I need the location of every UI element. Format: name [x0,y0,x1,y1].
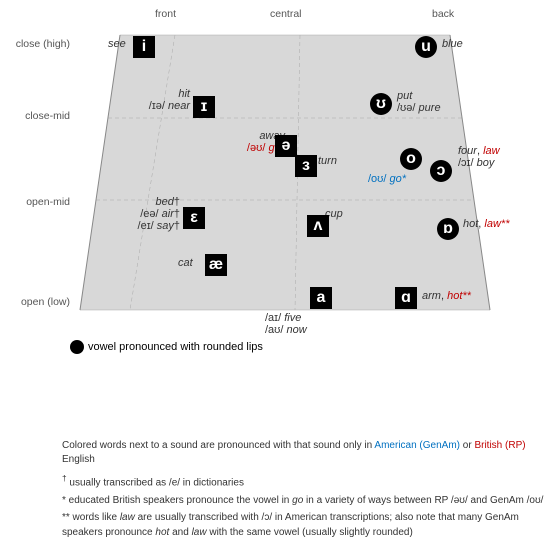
word-cat: cat [178,257,193,269]
footnote-star: * educated British speakers pronounce th… [62,494,550,509]
vowel-epsilon: ε [183,207,205,229]
vowel-u: u [415,36,437,58]
vowel-ezh: ɜ [295,155,317,177]
row-open: open (low) [2,296,70,308]
row-open-mid: open-mid [2,196,70,208]
word-four: four, law/ɔɪ/ boy [458,145,500,169]
footnote-colored: Colored words next to a sound are pronou… [62,439,550,468]
row-close-mid: close-mid [2,110,70,122]
word-go-blue: /oʊ/ go* [368,173,406,185]
word-turn: turn [318,155,337,167]
vowel-ae: æ [205,254,227,276]
footnote-dagger: † usually transcribed as /e/ in dictiona… [62,472,550,491]
vowel-open-o: ɔ [430,160,452,182]
word-see: see [108,38,126,50]
word-hot: hot, law** [463,218,510,230]
vowel-o: o [400,148,422,170]
legend-rounded: vowel pronounced with rounded lips [70,340,263,354]
axis-central: central [270,8,302,20]
vowel-i: i [133,36,155,58]
legend-circle-icon [70,340,84,354]
word-hit: hit/ɪə/ near [130,88,190,112]
word-bed: bed† /eə/ air† /eɪ/ say† [80,196,180,232]
footnote-area: Colored words next to a sound are pronou… [62,417,550,540]
vowel-chart: front central back close (high) close-mi… [0,0,560,540]
vowel-script-o: ɒ [437,218,459,240]
word-blue: blue [442,38,463,50]
word-five-now: /aɪ/ five/aʊ/ now [265,312,307,336]
row-close: close (high) [2,38,70,50]
vowel-upsilon: ʊ [370,93,392,115]
vowel-schwa: ə [275,135,297,157]
axis-front: front [155,8,176,20]
vowel-a: a [310,287,332,309]
vowel-iota: ɪ [193,96,215,118]
word-arm: arm, hot** [422,290,471,302]
footnote-double-star: ** words like law are usually transcribe… [62,511,550,540]
vowel-wedge: ʌ [307,215,329,237]
vowel-script-a: ɑ [395,287,417,309]
word-away: away /əʊ/ go* [190,130,285,154]
legend-text: vowel pronounced with rounded lips [88,341,263,353]
word-put: put/ʊə/ pure [397,90,441,114]
axis-back: back [432,8,454,20]
